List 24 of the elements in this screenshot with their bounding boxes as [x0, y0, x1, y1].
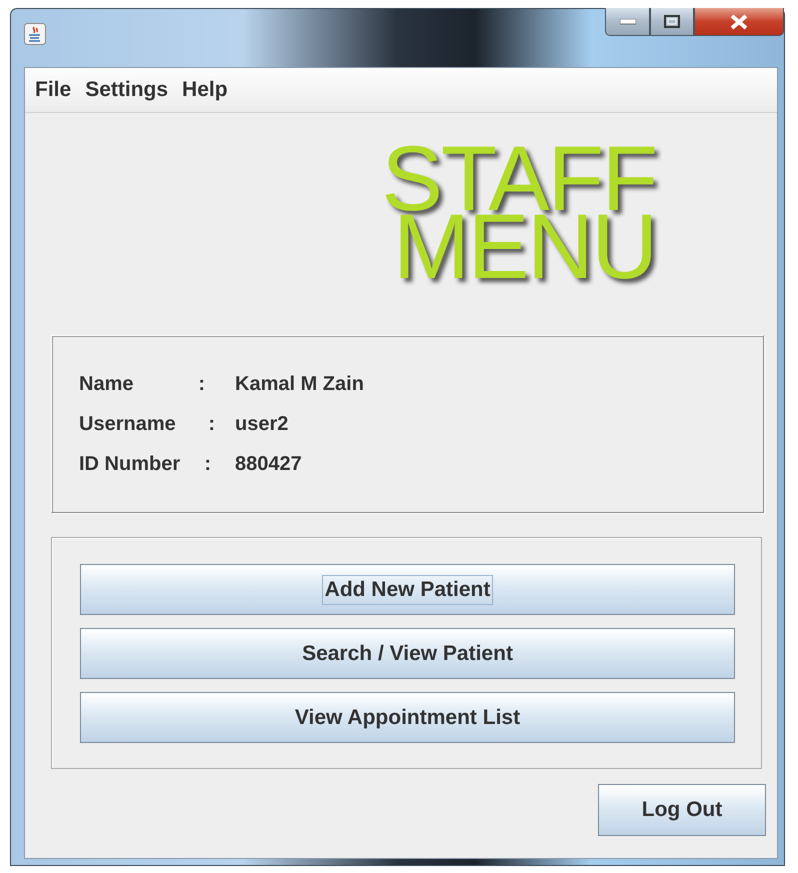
logo-text: STAFF: [382, 145, 656, 213]
field-label: ID Number: [79, 452, 180, 476]
maximize-button[interactable]: [650, 8, 694, 36]
menu-item[interactable]: File: [29, 78, 78, 102]
minimize-icon: [620, 18, 636, 24]
menu-item[interactable]: Help: [176, 78, 234, 102]
logo-text: MENU: [393, 213, 656, 281]
separator: :: [208, 412, 215, 436]
close-button[interactable]: [694, 8, 784, 36]
field-label: Name: [79, 372, 134, 396]
field-label: Username: [79, 412, 176, 436]
maximize-icon: [664, 15, 680, 28]
field-value: 880427: [235, 452, 303, 476]
action-button[interactable]: View Appointment List: [80, 692, 735, 743]
field-value: Kamal M Zain: [235, 372, 364, 396]
action-button[interactable]: Add New Patient: [80, 564, 735, 615]
logout-button[interactable]: Log Out: [598, 784, 766, 836]
separator: :: [204, 452, 211, 476]
menu-item[interactable]: Settings: [79, 78, 174, 102]
action-button[interactable]: Search / View Patient: [80, 628, 735, 679]
field-value: user2: [235, 412, 290, 436]
separator: :: [198, 372, 205, 396]
minimize-button[interactable]: [605, 8, 650, 36]
close-icon: [730, 14, 748, 30]
